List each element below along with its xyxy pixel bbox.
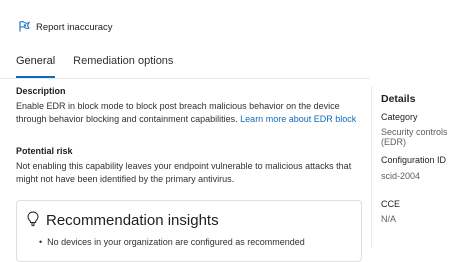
- report-flag-icon: [18, 20, 31, 35]
- description-line-1: Enable EDR in block mode to block post b…: [16, 101, 340, 111]
- insights-header: Recommendation insights: [27, 211, 219, 229]
- cce-label: CCE: [381, 199, 401, 209]
- description-text: Enable EDR in block mode to block post b…: [16, 100, 366, 126]
- tab-remediation-options[interactable]: Remediation options: [73, 55, 173, 73]
- category-value: Security controls (EDR): [381, 127, 448, 147]
- cce-value: N/A: [381, 214, 397, 224]
- tab-general[interactable]: General: [16, 55, 56, 78]
- learn-more-edr-link[interactable]: Learn more about EDR block: [240, 114, 356, 124]
- potential-risk-text: Not enabling this capability leaves your…: [16, 160, 366, 186]
- description-line-2-text: through behavior blocking and containmen…: [16, 114, 238, 124]
- report-inaccuracy-button[interactable]: Report inaccuracy: [18, 18, 113, 36]
- bullet-dot: •: [39, 237, 48, 247]
- report-inaccuracy-label: Report inaccuracy: [36, 21, 113, 33]
- description-title: Description: [16, 86, 66, 96]
- details-title: Details: [381, 93, 416, 105]
- details-divider: [371, 86, 372, 248]
- configuration-id-value: scid-2004: [381, 171, 421, 181]
- risk-line-1: Not enabling this capability leaves your…: [16, 161, 352, 171]
- potential-risk-title: Potential risk: [16, 146, 73, 156]
- insights-bullet-text: No devices in your organization are conf…: [47, 237, 305, 247]
- recommendation-insights-card: Recommendation insights • No devices in …: [16, 200, 362, 262]
- description-line-2: through behavior blocking and containmen…: [16, 113, 366, 126]
- risk-line-2: might not have been identified by the pr…: [16, 174, 235, 184]
- category-label: Category: [381, 112, 418, 122]
- lightbulb-icon: [27, 211, 39, 229]
- insights-bullet: • No devices in your organization are co…: [39, 237, 305, 247]
- tab-list: General Remediation options: [16, 55, 173, 78]
- insights-title: Recommendation insights: [46, 211, 219, 229]
- tab-divider: [0, 78, 370, 79]
- configuration-id-label: Configuration ID: [381, 155, 447, 165]
